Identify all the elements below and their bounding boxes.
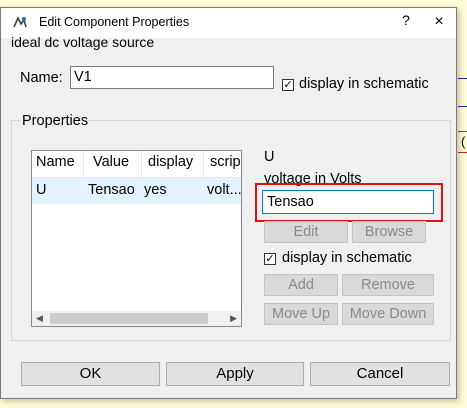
properties-table[interactable]: Name Value display scrip U Tensao yes vo…: [31, 150, 242, 327]
move-down-button[interactable]: Move Down: [342, 303, 434, 325]
schematic-text: (: [461, 134, 466, 149]
cell-name: U: [36, 182, 47, 198]
close-button[interactable]: ×: [422, 9, 456, 35]
help-button[interactable]: ?: [399, 12, 413, 28]
schematic-wire: [458, 106, 467, 107]
name-input[interactable]: V1: [70, 66, 274, 89]
properties-group-label: Properties: [21, 113, 90, 129]
name-display-checkbox[interactable]: ✓: [282, 79, 294, 91]
horizontal-scrollbar[interactable]: ◀ ▶: [32, 311, 241, 326]
table-row[interactable]: U Tensao yes volt...: [32, 178, 241, 204]
add-button[interactable]: Add: [264, 274, 338, 296]
browse-button[interactable]: Browse: [352, 221, 426, 243]
column-separator[interactable]: [141, 151, 142, 177]
param-display-checkbox[interactable]: ✓: [264, 253, 276, 265]
column-header-display[interactable]: display: [148, 154, 193, 170]
cell-value: Tensao: [88, 182, 135, 198]
cancel-button[interactable]: Cancel: [310, 362, 450, 386]
dialog-title: Edit Component Properties: [39, 15, 190, 29]
move-up-button[interactable]: Move Up: [264, 303, 338, 325]
schematic-wire-red: [458, 131, 467, 132]
table-header: Name Value display scrip: [32, 151, 241, 178]
scrollbar-thumb[interactable]: [50, 313, 208, 324]
app-icon: [13, 16, 27, 28]
column-separator[interactable]: [83, 151, 84, 177]
ok-button[interactable]: OK: [21, 362, 160, 386]
component-type-label: ideal dc voltage source: [11, 34, 155, 50]
column-header-name[interactable]: Name: [36, 154, 75, 170]
name-label: Name:: [20, 70, 63, 86]
schematic-wire: [458, 78, 467, 79]
scroll-left-icon[interactable]: ◀: [36, 313, 43, 324]
param-value-input[interactable]: Tensao: [262, 190, 434, 214]
param-name: U: [264, 149, 275, 165]
cell-display: yes: [144, 182, 167, 198]
scroll-right-icon[interactable]: ▶: [230, 313, 237, 324]
name-display-label: display in schematic: [299, 76, 429, 92]
param-display-label: display in schematic: [282, 250, 412, 266]
column-separator[interactable]: [203, 151, 204, 177]
edit-button[interactable]: Edit: [264, 221, 348, 243]
cell-script: volt...: [207, 182, 242, 198]
remove-button[interactable]: Remove: [342, 274, 434, 296]
column-header-value[interactable]: Value: [93, 154, 129, 170]
column-header-script[interactable]: scrip: [210, 154, 241, 170]
schematic-wire-red: [458, 152, 467, 153]
apply-button[interactable]: Apply: [166, 362, 304, 386]
